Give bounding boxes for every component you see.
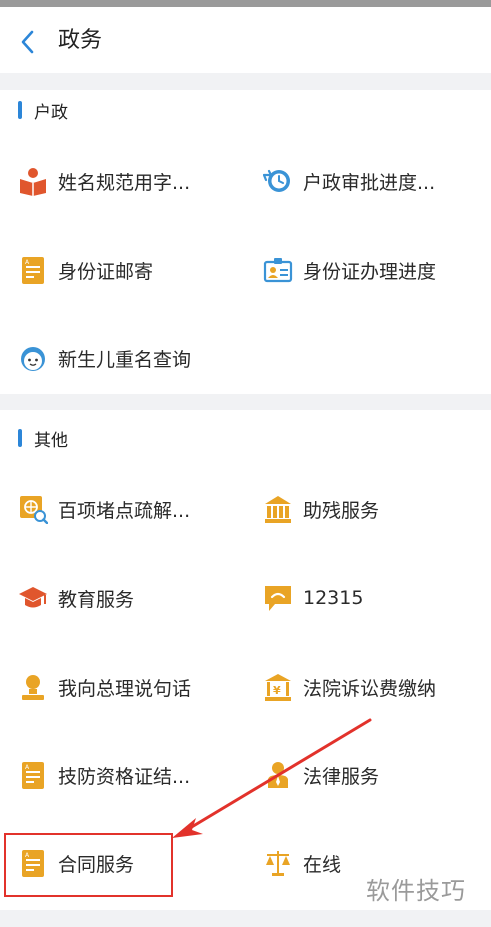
annotation-arrow [172,718,372,838]
watermark: 软件技巧 [346,866,486,910]
